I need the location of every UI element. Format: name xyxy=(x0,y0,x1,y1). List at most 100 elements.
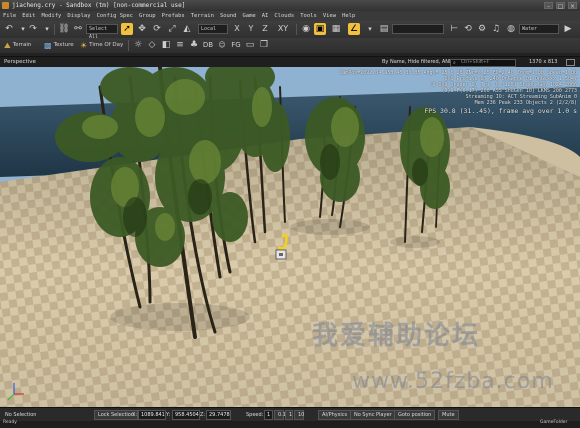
scale-tool-icon[interactable]: ⤢ xyxy=(166,23,178,35)
layer-dropdown[interactable] xyxy=(392,24,444,34)
goto-position-button[interactable]: Goto position xyxy=(394,410,436,420)
game-mode-icon[interactable]: ▶ xyxy=(562,23,574,35)
z-position-field[interactable]: 29.7478 xyxy=(206,410,231,420)
texture-button[interactable]: ▩ Texture xyxy=(44,40,74,51)
terrain-snap-icon[interactable]: ◭ xyxy=(181,23,193,35)
sun-icon: ☀ xyxy=(80,41,88,50)
status-bar: No Selection Lock Selection X: 1089.841 … xyxy=(0,407,580,422)
search-icon: ⌕ xyxy=(453,60,456,66)
layer-icon[interactable]: ▤ xyxy=(378,23,390,35)
debug-overlay: CamPos=1092.04 953.45 30.35 Angl= 25 0 2… xyxy=(297,70,577,115)
separator xyxy=(296,24,297,35)
close-button[interactable]: × xyxy=(568,2,577,10)
axis-z-button[interactable]: Z xyxy=(259,23,271,35)
menu-sound[interactable]: Sound xyxy=(217,13,240,19)
shapes-icon[interactable]: ◧ xyxy=(160,39,172,51)
entity-icon[interactable]: ◇ xyxy=(146,39,158,51)
window-controls: – □ × xyxy=(544,2,577,10)
camera-icon[interactable]: ◉ xyxy=(300,23,312,35)
angle-dropdown-icon[interactable]: ▾ xyxy=(364,23,376,35)
menu-edit[interactable]: Edit xyxy=(19,13,38,19)
sound-icon[interactable]: ♫ xyxy=(490,23,502,35)
lighting-icon[interactable]: ☼ xyxy=(132,39,144,51)
maximize-viewport-icon[interactable] xyxy=(566,59,575,66)
link-icon[interactable]: ⛓ xyxy=(58,23,70,35)
select-tool-icon[interactable]: ➚ xyxy=(121,23,133,35)
watermark-text: 我爱辅助论坛 xyxy=(312,321,481,351)
terrain-icon: ⛰ xyxy=(4,41,11,50)
physics-icon[interactable]: ⚙ xyxy=(476,23,488,35)
angle-snap-icon[interactable]: ∠ xyxy=(348,23,360,35)
mute-button[interactable]: Mute xyxy=(438,410,459,420)
asset-browser-icon[interactable]: ❐ xyxy=(258,39,270,51)
move-tool-icon[interactable]: ✥ xyxy=(136,23,148,35)
material-icon[interactable]: ◍ xyxy=(505,23,517,35)
menu-ai[interactable]: AI xyxy=(259,13,272,19)
axis-xy-button[interactable]: XY xyxy=(275,23,291,35)
terrain-button[interactable]: ⛰ Terrain xyxy=(4,40,31,51)
rotate-tool-icon[interactable]: ⟳ xyxy=(151,23,163,35)
time-of-day-button[interactable]: ☀ Time Of Day xyxy=(80,40,123,51)
selection-status: No Selection xyxy=(5,412,37,418)
no-sync-player-button[interactable]: No Sync Player xyxy=(350,410,396,420)
terrain-label: Terrain xyxy=(12,42,32,48)
x-label: X: xyxy=(132,412,138,418)
time-of-day-label: Time Of Day xyxy=(89,42,124,48)
axis-x-button[interactable]: X xyxy=(231,23,243,35)
menu-group[interactable]: Group xyxy=(136,13,159,19)
menu-config-spec[interactable]: Config Spec xyxy=(94,13,136,19)
speed-10-button[interactable]: 10 xyxy=(294,410,304,420)
texture-label: Texture xyxy=(53,42,74,48)
menu-view[interactable]: View xyxy=(320,13,339,19)
axis-y-button[interactable]: Y xyxy=(245,23,257,35)
window-title: jiacheng.cry - Sandbox (tm) [non-commerc… xyxy=(12,2,186,9)
speed-field[interactable]: 1 xyxy=(264,410,273,420)
fps-readout: FPS 30.8 (31..45), frame avg over 1.0 s xyxy=(424,106,577,115)
ruler-icon[interactable]: ⊢ xyxy=(448,23,460,35)
texture-icon: ▩ xyxy=(44,41,52,50)
redo-icon[interactable]: ↷ xyxy=(27,23,39,35)
menu-tools[interactable]: Tools xyxy=(297,13,320,19)
menu-modify[interactable]: Modify xyxy=(39,13,65,19)
snap-to-grid-icon[interactable]: ▣ xyxy=(314,23,326,35)
undo-icon[interactable]: ↶ xyxy=(3,23,15,35)
perspective-viewport[interactable]: CamPos=1092.04 953.45 30.35 Angl= 25 0 2… xyxy=(0,67,580,407)
x-position-field[interactable]: 1089.841 xyxy=(138,410,166,420)
material-dropdown[interactable]: Water xyxy=(519,24,559,34)
separator xyxy=(128,40,129,51)
unlink-icon[interactable]: ⚯ xyxy=(72,23,84,35)
ready-status: Ready xyxy=(3,420,17,425)
vegetation-icon[interactable]: ♣ xyxy=(188,39,200,51)
selection-filter-dropdown[interactable]: Select All xyxy=(86,24,118,40)
speed-1-button[interactable]: 1 xyxy=(285,410,293,420)
menu-help[interactable]: Help xyxy=(339,13,358,19)
menu-display[interactable]: Display xyxy=(64,13,93,19)
menu-game[interactable]: Game xyxy=(240,13,259,19)
grid-icon[interactable]: ▦ xyxy=(330,23,342,35)
character-icon[interactable]: ☺ xyxy=(216,39,228,51)
coord-system-dropdown[interactable]: Local xyxy=(198,24,228,34)
speed-label: Speed: xyxy=(246,412,264,418)
fg-button[interactable]: FG xyxy=(230,39,242,51)
menu-clouds[interactable]: Clouds xyxy=(271,13,297,19)
redo-dropdown-icon[interactable]: ▾ xyxy=(41,23,53,35)
y-position-field[interactable]: 958.4504 xyxy=(172,410,200,420)
minimize-button[interactable]: – xyxy=(544,2,553,10)
console-icon[interactable]: ▭ xyxy=(244,39,256,51)
speed-0-1-button[interactable]: 0.1 xyxy=(274,410,286,420)
scene-render xyxy=(0,67,580,407)
separator xyxy=(54,24,55,35)
maximize-button[interactable]: □ xyxy=(556,2,565,10)
ready-bar: Ready GameFolder xyxy=(0,420,580,428)
reload-icon[interactable]: ⟲ xyxy=(462,23,474,35)
layers-icon[interactable]: ≡ xyxy=(174,39,186,51)
db-button[interactable]: DB xyxy=(202,39,214,51)
watermark-url: www.52fzba.com xyxy=(352,369,554,394)
game-folder-status: GameFolder xyxy=(540,420,568,425)
viewport-search-input[interactable]: ⌕ Ctrl+Shift+F xyxy=(450,59,516,67)
menu-terrain[interactable]: Terrain xyxy=(188,13,217,19)
menu-file[interactable]: File xyxy=(0,13,19,19)
main-toolbar: ↶ ▾ ↷ ▾ ⛓ ⚯ Select All ➚ ✥ ⟳ ⤢ ◭ Local X… xyxy=(0,21,580,40)
ai-physics-button[interactable]: AI/Physics xyxy=(318,410,352,420)
menu-prefabs[interactable]: Prefabs xyxy=(159,13,188,19)
